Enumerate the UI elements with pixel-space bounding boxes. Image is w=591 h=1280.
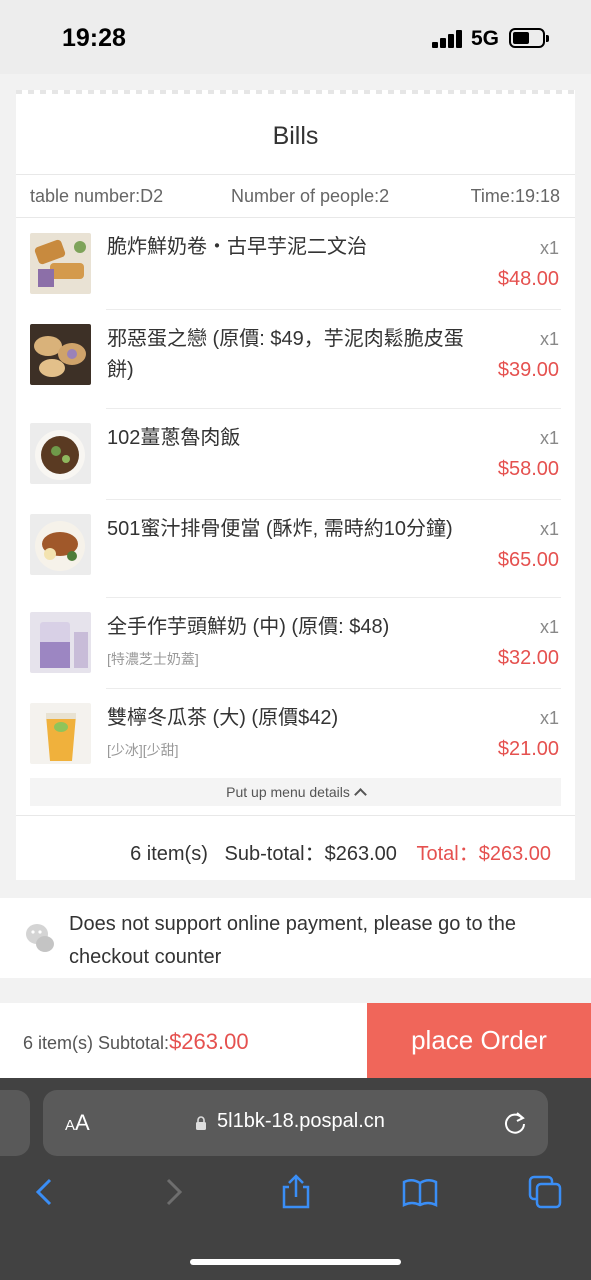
- url-text: 5l1bk-18.pospal.cn: [217, 1110, 385, 1132]
- item-qty: x1: [539, 519, 559, 539]
- address-bar[interactable]: AA 5l1bk-18.pospal.cn: [43, 1090, 548, 1156]
- totals-row: 6 item(s) Sub-total：$263.00 Total：$263.0…: [16, 815, 575, 880]
- item-name: 邪惡蛋之戀 (原價: $49，芋泥肉鬆脆皮蛋餅): [107, 328, 464, 381]
- subtotal: Sub-total：$263.00: [224, 843, 397, 865]
- battery-icon: [509, 28, 549, 48]
- list-item: 501蜜汁排骨便當 (酥炸, 需時約10分鐘) x1 $65.00: [16, 500, 575, 598]
- signal-icon: [432, 30, 464, 48]
- lock-icon: [196, 1116, 206, 1130]
- table-number: table number:D2: [30, 186, 164, 206]
- item-count: 6 item(s): [130, 843, 208, 865]
- item-price: $65.00: [497, 549, 559, 571]
- payment-notice: Does not support online payment, please …: [0, 898, 591, 978]
- back-icon[interactable]: [28, 1174, 64, 1210]
- item-price: $39.00: [497, 359, 559, 381]
- notice-text: Does not support online payment, please …: [69, 913, 516, 968]
- card-edge: [16, 90, 575, 94]
- total: Total：$263.00: [416, 843, 551, 865]
- item-name: 501蜜汁排骨便當 (酥炸, 需時約10分鐘): [107, 518, 453, 540]
- item-name: 脆炸鮮奶卷・古早芋泥二文治: [107, 236, 367, 258]
- item-image: [30, 514, 91, 575]
- list-item: 102薑蔥魯肉飯 x1 $58.00: [16, 409, 575, 500]
- item-price: $21.00: [497, 738, 559, 760]
- browser-toolbar: AA 5l1bk-18.pospal.cn: [0, 1078, 591, 1280]
- item-name: 102薑蔥魯肉飯: [107, 427, 241, 449]
- order-info-row: table number:D2 Number of people:2 Time:…: [16, 174, 575, 218]
- list-item: 邪惡蛋之戀 (原價: $49，芋泥肉鬆脆皮蛋餅) x1 $39.00: [16, 310, 575, 409]
- page-title: Bills: [272, 122, 319, 150]
- wechat-icon: [26, 924, 54, 952]
- collapse-label: Put up menu details: [226, 784, 350, 800]
- item-qty: x1: [539, 428, 559, 448]
- order-subtotal: 6 item(s) Subtotal:$263.00: [23, 1029, 249, 1055]
- item-image: [30, 233, 91, 294]
- item-qty: x1: [539, 617, 559, 637]
- chevron-up-icon: [354, 788, 367, 801]
- item-qty: x1: [539, 329, 559, 349]
- order-time: Time:19:18: [470, 186, 560, 206]
- order-subtotal-amount: $263.00: [169, 1029, 249, 1054]
- bookmarks-icon[interactable]: [402, 1174, 438, 1210]
- item-qty: x1: [539, 238, 559, 258]
- bill-card: Bills table number:D2 Number of people:2…: [16, 90, 575, 880]
- reload-icon[interactable]: [502, 1110, 528, 1136]
- list-item: 全手作芋頭鮮奶 (中) (原價: $48) [特濃芝士奶蓋] x1 $32.00: [16, 598, 575, 689]
- network-type: 5G: [471, 27, 500, 50]
- list-item: 雙檸冬瓜茶 (大) (原價$42) [少冰][少甜] x1 $21.00: [16, 689, 575, 779]
- order-bar: 6 item(s) Subtotal:$263.00 place Order: [0, 1003, 591, 1078]
- place-order-button[interactable]: place Order: [367, 1003, 591, 1078]
- forward-icon[interactable]: [156, 1174, 192, 1210]
- share-icon[interactable]: [278, 1174, 314, 1210]
- list-item: 脆炸鮮奶卷・古早芋泥二文治 x1 $48.00: [16, 218, 575, 310]
- item-option: [特濃芝士奶蓋]: [107, 651, 199, 667]
- previous-tab[interactable]: [0, 1090, 30, 1156]
- status-time: 19:28: [62, 24, 126, 52]
- collapse-menu-details-button[interactable]: Put up menu details: [30, 778, 561, 806]
- item-price: $48.00: [497, 268, 559, 290]
- tabs-icon[interactable]: [527, 1174, 563, 1210]
- item-image: [30, 423, 91, 484]
- reader-settings-button[interactable]: AA: [65, 1110, 90, 1136]
- order-subtotal-label: 6 item(s) Subtotal:: [23, 1033, 170, 1053]
- home-indicator: [190, 1259, 401, 1265]
- item-name: 全手作芋頭鮮奶 (中) (原價: $48): [107, 616, 390, 638]
- status-bar: 19:28 5G: [0, 0, 591, 74]
- item-image: [30, 703, 91, 764]
- item-price: $58.00: [497, 458, 559, 480]
- item-option: [少冰][少甜]: [107, 742, 179, 758]
- item-price: $32.00: [497, 647, 559, 669]
- item-image: [30, 612, 91, 673]
- item-name: 雙檸冬瓜茶 (大) (原價$42): [107, 707, 339, 729]
- people-count: Number of people:2: [231, 186, 390, 206]
- item-image: [30, 324, 91, 385]
- item-qty: x1: [539, 708, 559, 728]
